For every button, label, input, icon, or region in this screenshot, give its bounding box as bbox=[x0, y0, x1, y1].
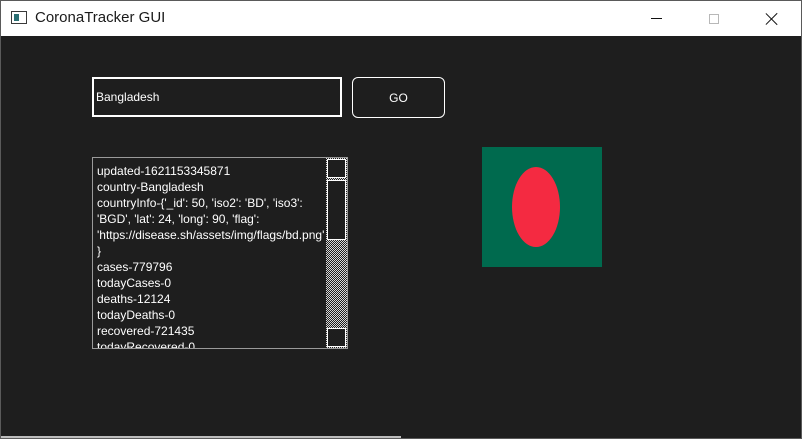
scroll-up-button[interactable] bbox=[327, 159, 346, 178]
minimize-icon bbox=[650, 18, 662, 19]
list-item: todayDeaths-0 bbox=[97, 308, 176, 322]
country-flag-image bbox=[482, 147, 602, 267]
info-lines: updated-1621153345871 country-Bangladesh… bbox=[97, 163, 325, 349]
scroll-thumb[interactable] bbox=[327, 180, 346, 240]
app-window: CoronaTracker GUI GO updated-16211533458… bbox=[0, 0, 802, 439]
scroll-down-button[interactable] bbox=[327, 328, 346, 347]
country-search-input[interactable] bbox=[92, 77, 342, 117]
title-bar[interactable]: CoronaTracker GUI bbox=[1, 1, 801, 36]
go-button[interactable]: GO bbox=[352, 77, 445, 118]
list-item: updated-1621153345871 bbox=[97, 164, 231, 178]
list-item: deaths-12124 bbox=[97, 292, 171, 306]
bottom-edge-strip bbox=[1, 436, 401, 438]
maximize-button[interactable] bbox=[685, 1, 743, 36]
minimize-button[interactable] bbox=[627, 1, 685, 36]
close-icon bbox=[765, 12, 779, 26]
flag-red-disc bbox=[512, 167, 560, 247]
vertical-scrollbar[interactable] bbox=[326, 158, 347, 348]
maximize-icon bbox=[709, 13, 719, 24]
app-window-icon bbox=[11, 11, 27, 24]
list-item: countryInfo-{'_id': 50, 'iso2': 'BD', 'i… bbox=[97, 196, 325, 258]
list-item: recovered-721435 bbox=[97, 324, 195, 338]
country-info-list[interactable]: updated-1621153345871 country-Bangladesh… bbox=[92, 157, 348, 349]
list-item: country-Bangladesh bbox=[97, 180, 204, 194]
close-button[interactable] bbox=[743, 1, 801, 36]
list-item: cases-779796 bbox=[97, 260, 173, 274]
list-item: todayCases-0 bbox=[97, 276, 172, 290]
window-title: CoronaTracker GUI bbox=[35, 9, 166, 26]
list-item: todayRecovered-0 bbox=[97, 340, 196, 349]
